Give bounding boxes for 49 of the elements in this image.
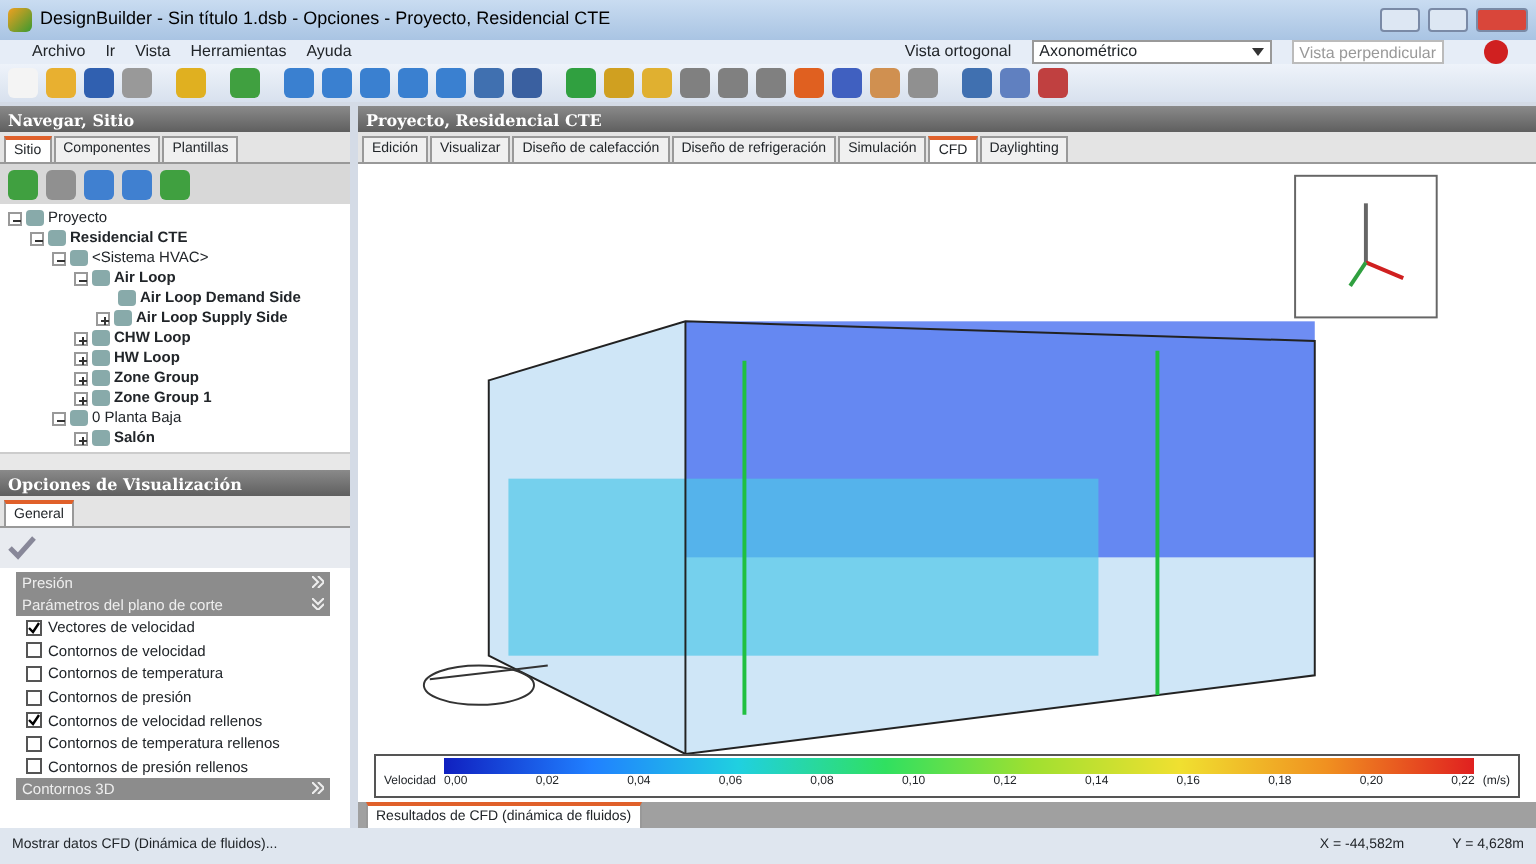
- horizontal-scrollbar[interactable]: [0, 452, 350, 470]
- checkbox[interactable]: [26, 642, 42, 659]
- checkbox[interactable]: [26, 735, 42, 752]
- checkmark-icon[interactable]: [8, 536, 36, 560]
- menu-item[interactable]: Archivo: [32, 40, 86, 64]
- node-icon: [92, 390, 110, 406]
- expander-icon[interactable]: [74, 391, 88, 405]
- node-icon: [114, 310, 132, 326]
- node-icon: [92, 430, 110, 446]
- minimize-button[interactable]: [1380, 8, 1420, 32]
- view-dropdown[interactable]: Axonométrico: [1031, 40, 1272, 64]
- panel-title: Opciones de Visualización: [0, 470, 350, 496]
- node-icon: [92, 270, 110, 286]
- window-title: DesignBuilder - Sin título 1.dsb - Opciones - Proyecto, Residencial CTE: [40, 6, 611, 33]
- checkbox[interactable]: [26, 619, 42, 636]
- menu-item[interactable]: Vista: [135, 40, 171, 64]
- menu-item[interactable]: Ayuda: [306, 40, 352, 64]
- expander-icon[interactable]: [74, 371, 88, 385]
- checkbox[interactable]: [26, 712, 42, 729]
- node-icon: [70, 250, 88, 266]
- checkbox[interactable]: [26, 689, 42, 706]
- maximize-button[interactable]: [1428, 8, 1468, 32]
- panel-title: Proyecto, Residencial CTE: [358, 106, 1536, 132]
- node-icon: [26, 210, 44, 226]
- expander-icon[interactable]: [8, 211, 22, 225]
- node-icon: [92, 350, 110, 366]
- node-icon: [118, 290, 136, 306]
- view-label: Vista ortogonal: [904, 40, 1012, 64]
- expander-icon[interactable]: [74, 431, 88, 445]
- caret-icon: [1251, 48, 1264, 56]
- node-icon: [70, 410, 88, 426]
- expander-icon[interactable]: [52, 251, 66, 265]
- node-icon: [92, 370, 110, 386]
- node-icon: [92, 330, 110, 346]
- node-icon: [48, 230, 66, 246]
- checkbox[interactable]: [26, 758, 42, 775]
- menu-item[interactable]: Ir: [105, 40, 116, 64]
- compass-icon: [422, 664, 549, 706]
- app-badge-icon: [1484, 40, 1508, 64]
- expander-icon[interactable]: [52, 411, 66, 425]
- menu-item[interactable]: Herramientas: [190, 40, 287, 64]
- expander-icon[interactable]: [74, 351, 88, 365]
- expander-icon[interactable]: [74, 271, 88, 285]
- checkbox[interactable]: [26, 665, 42, 682]
- axis-gizmo-icon: [1294, 174, 1438, 319]
- expander-icon[interactable]: [74, 331, 88, 345]
- panel-title: Navegar, Sitio: [0, 106, 350, 132]
- expander-icon[interactable]: [30, 231, 44, 245]
- expander-icon[interactable]: [96, 311, 110, 325]
